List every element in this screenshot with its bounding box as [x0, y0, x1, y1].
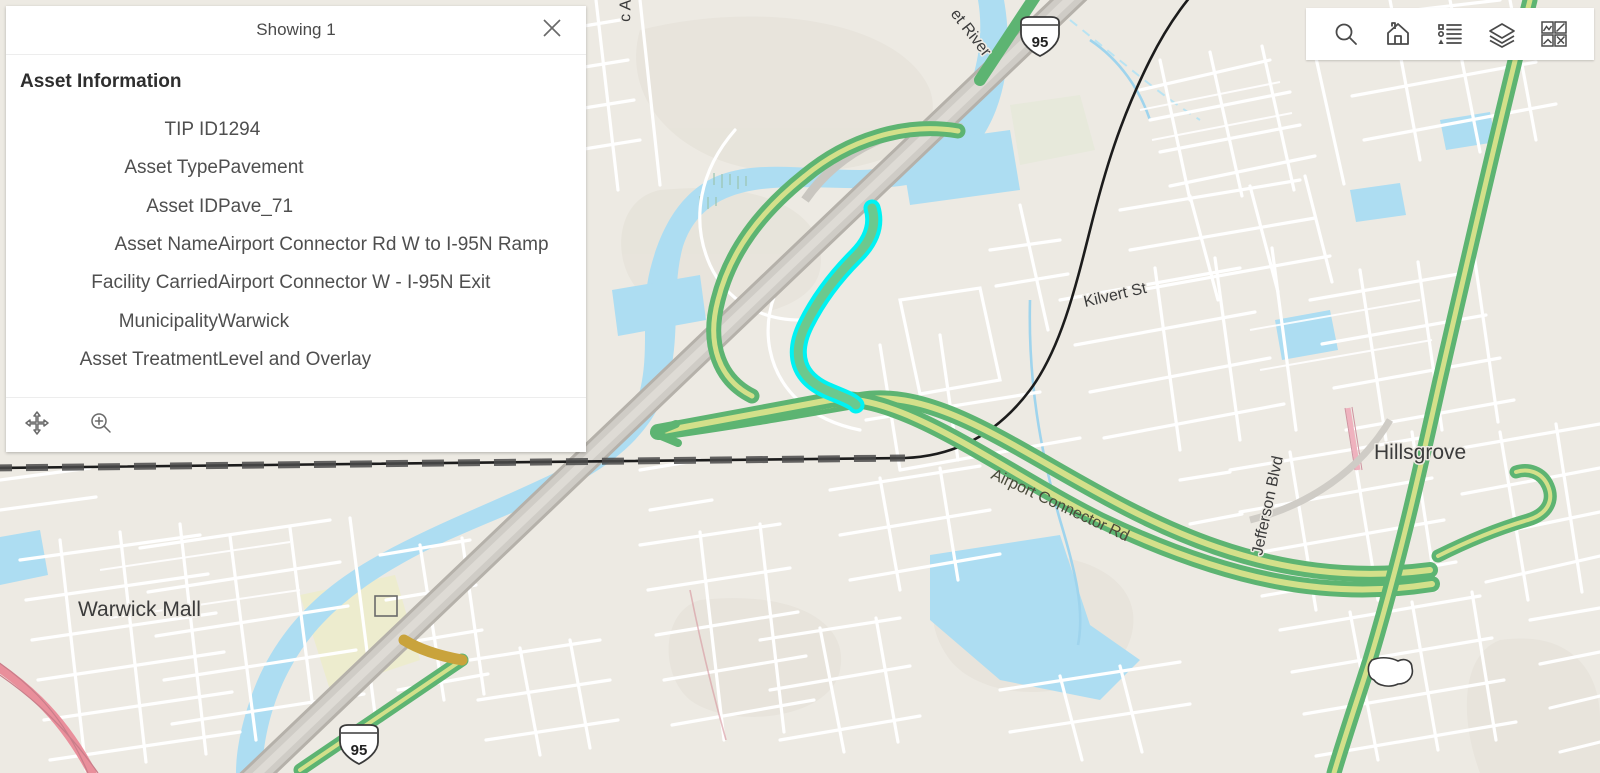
search-icon — [1332, 20, 1360, 48]
table-row: Asset Treatment Level and Overlay — [12, 341, 564, 379]
popup-header: Showing 1 — [6, 6, 586, 55]
legend-button[interactable] — [1424, 8, 1476, 60]
popup-section-title: Asset Information — [20, 71, 182, 92]
attribute-value: Level and Overlay — [218, 348, 372, 370]
layers-button[interactable] — [1476, 8, 1528, 60]
attribute-label: Asset ID — [146, 195, 218, 217]
table-row: Asset Type Pavement — [12, 149, 564, 187]
attribute-label: Facility Carried — [91, 272, 218, 294]
table-row: Municipality Warwick — [12, 303, 564, 341]
table-row: Asset ID Pave_71 — [12, 188, 564, 226]
map-label-warwick-mall: Warwick Mall — [78, 598, 201, 621]
home-icon — [1384, 20, 1412, 48]
table-row: Asset Name Airport Connector Rd W to I-9… — [12, 226, 564, 264]
map-label-c-ave: c Ave — [617, 0, 635, 22]
layers-icon — [1488, 20, 1516, 48]
attribute-value: Airport Connector Rd W to I-95N Ramp — [218, 233, 549, 255]
shield-label-bottom: 95 — [351, 742, 368, 759]
attribute-value: Warwick — [218, 310, 290, 332]
attribute-value: Pavement — [218, 157, 304, 179]
popup-title: Showing 1 — [256, 20, 336, 39]
table-row: Facility Carried Airport Connector W - I… — [12, 264, 564, 302]
close-icon — [540, 16, 564, 45]
attribute-label: Asset Name — [114, 233, 218, 255]
basemap-gallery-button[interactable] — [1528, 8, 1580, 60]
pan-icon — [24, 410, 50, 441]
attribute-table: TIP ID 1294 Asset Type Pavement Asset ID… — [12, 111, 564, 379]
pan-to-feature-button[interactable] — [20, 408, 54, 442]
attribute-label: TIP ID — [164, 119, 219, 140]
map-application: 95 95 Hillsgrove Warwick Mall Kilvert St… — [0, 0, 1600, 773]
popup-actions — [6, 397, 586, 452]
table-row: TIP ID 1294 — [12, 111, 564, 149]
basemap-gallery-icon — [1540, 20, 1568, 48]
map-toolbar — [1306, 8, 1594, 60]
zoom-to-feature-button[interactable] — [84, 408, 118, 442]
zoom-in-icon — [88, 410, 114, 441]
attribute-value: Pave_71 — [218, 195, 294, 217]
attribute-label: Municipality — [118, 310, 218, 332]
map-label-hillsgrove: Hillsgrove — [1374, 441, 1466, 464]
attribute-label: Asset Treatment — [79, 348, 218, 370]
home-button[interactable] — [1372, 8, 1424, 60]
shield-label-top: 95 — [1032, 34, 1049, 51]
legend-icon — [1436, 20, 1464, 48]
attribute-label: Asset Type — [124, 157, 218, 179]
feature-popup: Showing 1 Asset Information TIP ID 1294 — [6, 6, 586, 453]
popup-close-button[interactable] — [530, 6, 574, 54]
attribute-value: 1294 — [218, 119, 261, 140]
popup-body: Asset Information TIP ID 1294 Asset Type… — [6, 55, 586, 397]
attribute-value: Airport Connector W - I-95N Exit — [218, 272, 491, 294]
search-button[interactable] — [1320, 8, 1372, 60]
